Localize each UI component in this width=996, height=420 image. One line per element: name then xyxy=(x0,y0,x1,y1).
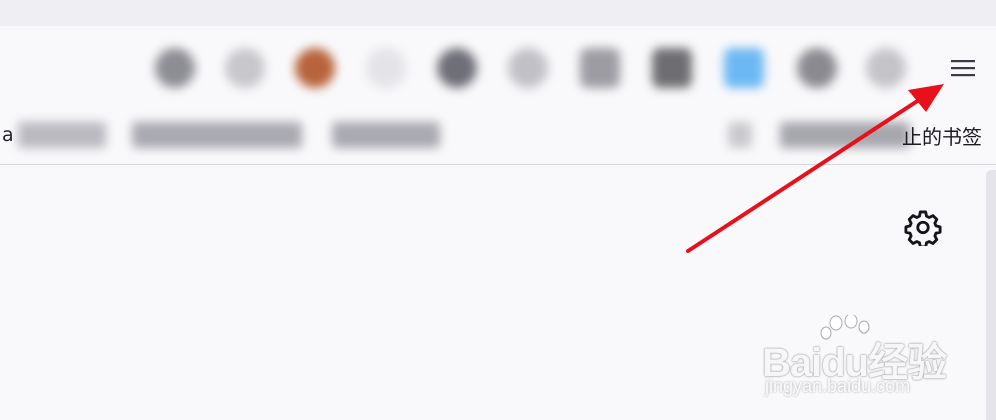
blurred-toolbar-icon[interactable] xyxy=(724,48,764,88)
blurred-bookmark-chevron[interactable] xyxy=(728,122,752,148)
blurred-toolbar-icon[interactable] xyxy=(155,48,195,88)
blurred-bookmark-item[interactable] xyxy=(780,122,910,148)
hamburger-menu-icon xyxy=(951,60,975,77)
blurred-toolbar-icon[interactable] xyxy=(866,48,906,88)
blurred-bookmark-item[interactable] xyxy=(332,122,440,148)
blurred-bookmark-item[interactable] xyxy=(18,122,106,148)
blurred-avatar-icon[interactable] xyxy=(295,48,335,88)
blurred-toolbar-icon[interactable] xyxy=(797,48,837,88)
watermark-url: jingyan.baidu.com xyxy=(765,376,911,396)
gear-icon xyxy=(904,210,942,249)
blurred-toolbar-icon[interactable] xyxy=(225,48,265,88)
blurred-toolbar-icon[interactable] xyxy=(508,48,548,88)
blurred-toolbar-icon[interactable] xyxy=(366,48,406,88)
settings-button[interactable] xyxy=(904,208,942,249)
title-bar xyxy=(0,0,996,26)
bookmark-item-truncated[interactable]: a xyxy=(2,124,14,146)
blurred-toolbar-icon[interactable] xyxy=(580,48,620,88)
other-bookmarks-label[interactable]: 止的书签 xyxy=(902,121,982,149)
blurred-toolbar-icon[interactable] xyxy=(437,48,477,88)
blurred-toolbar-icon[interactable] xyxy=(652,48,692,88)
navigation-toolbar xyxy=(0,26,996,110)
open-menu-button[interactable] xyxy=(938,46,988,90)
blurred-bookmark-item[interactable] xyxy=(132,122,302,148)
panel-scrollbar[interactable] xyxy=(986,170,996,420)
